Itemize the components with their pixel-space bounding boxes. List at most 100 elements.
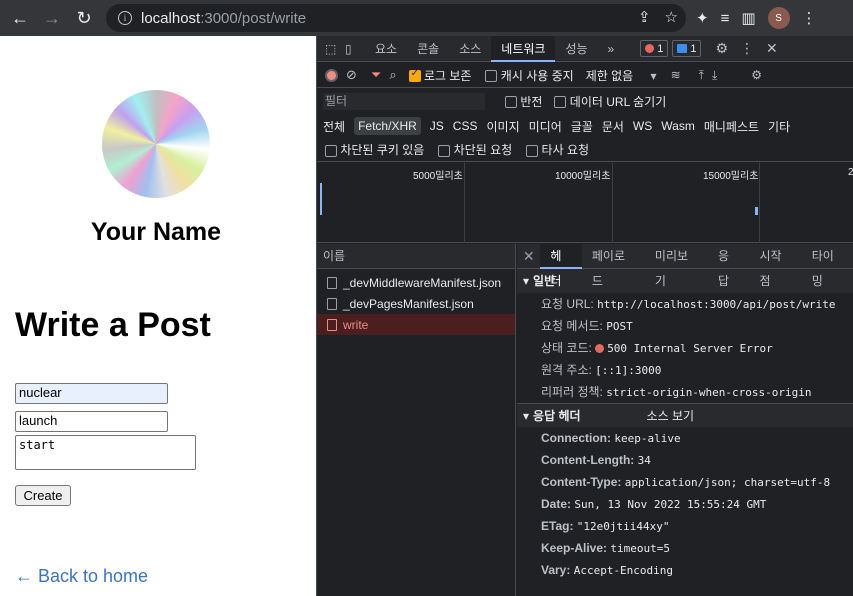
filter-funnel-icon[interactable]: ⏷ — [371, 67, 381, 83]
messages-badge[interactable]: 1 — [672, 40, 702, 57]
timeline-request-bar — [755, 207, 758, 215]
bookmark-star-icon[interactable]: ☆ — [665, 8, 678, 26]
create-button[interactable]: Create — [15, 485, 71, 506]
back-home-link[interactable]: ← Back to home — [15, 566, 148, 587]
export-har-icon[interactable]: ⤓ — [712, 68, 717, 83]
request-list: 이름 _devMiddlewareManifest.json _devPages… — [317, 244, 516, 596]
reload-icon[interactable]: ↻ — [70, 4, 98, 32]
general-row: 상태 코드: 500 Internal Server Error — [541, 341, 773, 355]
tab-elements[interactable]: 요소 — [365, 36, 407, 62]
type-css[interactable]: CSS — [453, 119, 478, 133]
throttle-select[interactable]: 제한 없음 ▾ — [586, 67, 657, 84]
title-input[interactable]: nuclear — [15, 383, 168, 404]
tab-headers[interactable]: 헤더 — [540, 243, 582, 288]
network-timeline-overview[interactable]: 5000밀리초 10000밀리초 15000밀리초 2 — [317, 163, 853, 243]
view-source-link[interactable]: 소스 보기 — [647, 404, 695, 427]
response-headers-section-header[interactable]: ▾ 응답 헤더 소스 보기 — [517, 403, 853, 427]
network-conditions-icon[interactable]: ≋ — [671, 68, 681, 82]
type-js[interactable]: JS — [430, 119, 444, 133]
file-icon — [327, 276, 337, 289]
import-har-icon[interactable]: ⤒ — [699, 68, 704, 83]
name-column-header[interactable]: 이름 — [317, 244, 515, 269]
tab-console[interactable]: 콘솔 — [407, 36, 449, 62]
timeline-label: 15000밀리초 — [703, 171, 759, 182]
resource-type-filters: 전체 Fetch/XHR JS CSS 이미지 미디어 글꼴 문서 WS Was… — [317, 114, 853, 138]
blocked-requests-checkbox[interactable]: 차단된 요청 — [438, 141, 512, 158]
checkbox-icon — [526, 144, 539, 157]
response-header-row: Keep-Alive: timeout=5 — [541, 541, 670, 555]
request-row[interactable]: _devMiddlewareManifest.json — [317, 272, 515, 293]
close-detail-icon[interactable]: ✕ — [517, 248, 540, 265]
preserve-log-checkbox[interactable]: 로그 보존 — [408, 67, 471, 84]
inspect-icon[interactable]: ⬚ — [325, 42, 345, 56]
clear-icon[interactable]: ⊘ — [346, 67, 357, 83]
back-arrow-icon[interactable]: ← — [6, 4, 34, 32]
tab-initiator[interactable]: 시작점 — [749, 244, 801, 288]
extensions-icon[interactable]: ✦ — [696, 9, 709, 27]
share-icon[interactable]: ⇪ — [638, 8, 651, 26]
request-row[interactable]: _devPagesManifest.json — [317, 293, 515, 314]
type-font[interactable]: 글꼴 — [571, 118, 593, 135]
type-other[interactable]: 기타 — [768, 118, 790, 135]
tab-sources[interactable]: 소스 — [449, 36, 491, 62]
disable-cache-checkbox[interactable]: 캐시 사용 중지 — [485, 67, 574, 84]
errors-badge[interactable]: 1 — [640, 40, 669, 57]
devtools-menu-icon[interactable]: ⋮ — [740, 40, 754, 57]
timeline-label: 2 — [848, 167, 853, 178]
url-host: localhost — [141, 9, 201, 27]
content-textarea[interactable]: start — [15, 435, 196, 470]
third-party-checkbox[interactable]: 타사 요청 — [526, 141, 589, 158]
address-bar[interactable]: i localhost:3000/post/write ⇪ ☆ — [106, 4, 686, 32]
search-icon[interactable]: ⌕ — [389, 67, 396, 83]
general-row: 요청 메서드: POST — [541, 319, 633, 333]
error-icon — [645, 44, 655, 53]
blocked-cookies-checkbox[interactable]: 차단된 쿠키 있음 — [325, 141, 424, 158]
response-header-row: Date: Sun, 13 Nov 2022 15:55:24 GMT — [541, 497, 767, 511]
invert-checkbox[interactable]: 반전 — [505, 93, 542, 110]
filter-input[interactable]: 필터 — [323, 92, 485, 110]
tab-performance[interactable]: 성능 — [555, 36, 597, 62]
type-img[interactable]: 이미지 — [486, 118, 519, 135]
settings-gear-icon[interactable]: ⚙ — [715, 40, 728, 57]
request-row-error[interactable]: write — [317, 314, 515, 335]
hide-data-urls-checkbox[interactable]: 데이터 URL 숨기기 — [554, 93, 666, 110]
tab-response[interactable]: 응답 — [708, 244, 750, 288]
menu-kebab-icon[interactable]: ⋮ — [802, 9, 817, 27]
type-manifest[interactable]: 매니페스트 — [704, 118, 759, 135]
checkbox-icon — [505, 96, 517, 109]
tab-network[interactable]: 네트워크 — [491, 35, 556, 62]
timeline-label: 10000밀리초 — [555, 171, 611, 182]
network-settings-icon[interactable]: ⚙ — [751, 68, 762, 82]
page-viewport: Your Name Write a Post nuclear launch st… — [0, 36, 316, 596]
side-panel-icon[interactable]: ▥ — [741, 9, 755, 27]
triangle-down-icon: ▾ — [523, 274, 530, 288]
checkbox-icon — [325, 144, 337, 157]
type-wasm[interactable]: Wasm — [661, 119, 695, 133]
tab-payload[interactable]: 페이로드 — [582, 244, 645, 288]
general-section-header[interactable]: ▾ 일반 — [517, 269, 853, 293]
record-button[interactable] — [325, 68, 338, 82]
type-ws[interactable]: WS — [633, 119, 652, 133]
profile-avatar[interactable]: S — [767, 7, 790, 29]
site-info-icon[interactable]: i — [118, 11, 132, 25]
checkbox-icon — [485, 70, 498, 83]
media-queue-icon[interactable]: ≡ — [721, 10, 730, 27]
devtools-tabs: ⬚ ▯ 요소 콘솔 소스 네트워크 성능 » 1 1 ⚙ ⋮ ✕ — [317, 35, 853, 62]
close-devtools-icon[interactable]: ✕ — [766, 40, 778, 57]
subtitle-input[interactable]: launch — [15, 411, 168, 432]
forward-arrow-icon[interactable]: → — [38, 4, 66, 32]
triangle-down-icon: ▾ — [523, 409, 530, 423]
type-fetch-xhr[interactable]: Fetch/XHR — [354, 117, 421, 135]
type-all[interactable]: 전체 — [323, 118, 345, 135]
type-media[interactable]: 미디어 — [529, 118, 562, 135]
filter-row: 필터 반전 데이터 URL 숨기기 — [317, 89, 853, 113]
device-toolbar-icon[interactable]: ▯ — [345, 42, 365, 56]
more-tabs-button[interactable]: » — [598, 36, 625, 62]
timeline-gridline — [759, 163, 760, 243]
detail-tabs: ✕ 헤더 페이로드 미리보기 응답 시작점 타이밍 — [517, 243, 853, 288]
type-doc[interactable]: 문서 — [602, 118, 624, 135]
general-row: 원격 주소: [::1]:3000 — [541, 363, 662, 377]
tab-timing[interactable]: 타이밍 — [802, 244, 853, 288]
tab-preview[interactable]: 미리보기 — [645, 244, 708, 288]
response-header-row: Content-Length: 34 — [541, 453, 651, 467]
